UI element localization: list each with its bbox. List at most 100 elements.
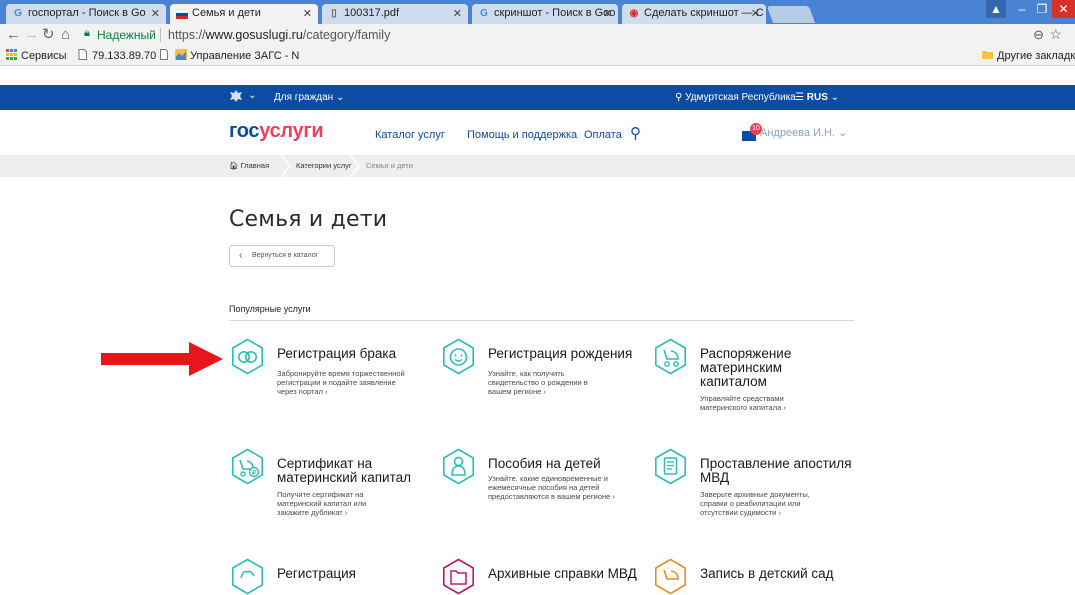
chevron-left-icon: ‹ xyxy=(239,250,243,261)
service-title[interactable]: Сертификат на материнский капитал xyxy=(277,457,417,485)
bookmark-apps[interactable]: Сервисы xyxy=(6,49,67,62)
back-to-catalog-button[interactable]: ‹ Вернуться в каталог xyxy=(229,245,335,267)
tab-close-icon[interactable]: ✕ xyxy=(303,7,312,20)
tab-google-search-2[interactable]: G скриншот - Поиск в Goo ✕ xyxy=(472,4,618,24)
tab-title: 100317.pdf xyxy=(344,7,400,19)
nav-payment[interactable]: Оплата xyxy=(584,129,622,141)
svg-text:₽: ₽ xyxy=(252,470,256,477)
tab-close-icon[interactable]: ✕ xyxy=(603,7,612,20)
service-title[interactable]: Проставление апостиля МВД xyxy=(700,457,870,485)
audience-menu[interactable]: Для граждан ⌄ xyxy=(274,92,344,103)
breadcrumb-categories[interactable]: Категории услуг xyxy=(296,161,352,170)
service-desc: Получите сертификат на материнский капит… xyxy=(277,490,367,517)
new-tab-button[interactable] xyxy=(766,6,816,23)
forward-arrow-icon[interactable]: → xyxy=(24,26,39,44)
google-icon: G xyxy=(480,8,488,19)
stroller-orange-icon xyxy=(655,558,686,595)
tab-title: Семья и дети xyxy=(192,7,261,19)
tab-family[interactable]: Семья и дети ✕ xyxy=(170,4,318,24)
bookmark-star-icon[interactable]: ☆ xyxy=(1049,26,1062,43)
zoom-icon[interactable]: ⊖ xyxy=(1033,27,1044,43)
service-birth-registration[interactable]: Регистрация рождения Узнайте, как получи… xyxy=(440,338,640,408)
apps-icon xyxy=(6,49,17,60)
nav-help[interactable]: Помощь и поддержка xyxy=(467,129,577,141)
back-arrow-icon[interactable]: ← xyxy=(6,26,21,44)
service-kindergarten[interactable]: Запись в детский сад xyxy=(652,558,852,595)
gosuslugi-logo[interactable]: госуслуги xyxy=(229,120,324,143)
chevron-down-icon[interactable]: ⌄ xyxy=(248,90,256,101)
bookmark-zags[interactable]: Управление ЗАГС - N xyxy=(160,49,299,62)
region-selector[interactable]: ⚲ Удмуртская Республика xyxy=(675,92,796,103)
stroller-coin-icon: ₽ xyxy=(232,448,263,485)
url-text: https://www.gosuslugi.ru/category/family xyxy=(168,28,391,42)
tab-close-icon[interactable]: ✕ xyxy=(751,7,760,20)
service-archive-certificates[interactable]: Архивные справки МВД xyxy=(440,558,640,595)
breadcrumb-separator xyxy=(349,155,360,177)
document-icon xyxy=(655,448,686,485)
site-topbar: ⌄ Для граждан ⌄ ⚲ Удмуртская Республика … xyxy=(0,85,1075,110)
tab-screenshot[interactable]: ◉ Сделать скриншот — С ✕ xyxy=(622,4,766,24)
emblem-icon xyxy=(175,49,188,60)
other-bookmarks[interactable]: Другие закладки xyxy=(982,49,1075,62)
baby-icon xyxy=(443,338,474,375)
section-title: Популярные услуги xyxy=(229,304,311,314)
user-menu[interactable]: Андреева И.Н. ⌄ xyxy=(760,126,847,139)
service-apostille[interactable]: Проставление апостиля МВД Заверьте архив… xyxy=(652,448,852,528)
language-label: RUS xyxy=(806,92,828,103)
service-title[interactable]: Запись в детский сад xyxy=(700,567,860,581)
close-window-icon[interactable]: ✕ xyxy=(1052,0,1075,18)
bookmark-ip[interactable]: 79.133.89.70 xyxy=(77,49,156,62)
service-marriage-registration[interactable]: Регистрация брака Забронируйте время тор… xyxy=(229,338,429,408)
flag-icon xyxy=(175,8,189,20)
page-title: Семья и дети xyxy=(229,207,388,232)
user-name: Андреева И.Н. xyxy=(760,127,836,139)
service-child-benefits[interactable]: Пособия на детей Узнайте, какие единовре… xyxy=(440,448,640,528)
bookmark-label: 79.133.89.70 xyxy=(92,50,157,62)
browser-tabstrip: G госпортал - Поиск в Go ✕ Семья и дети … xyxy=(0,0,1075,24)
breadcrumb-separator xyxy=(280,155,291,177)
page-icon xyxy=(160,49,168,60)
tab-title: Сделать скриншот — С xyxy=(644,7,764,19)
tab-close-icon[interactable]: ✕ xyxy=(453,7,462,20)
language-selector[interactable]: ☰ RUS ⌄ xyxy=(795,92,839,103)
folder-icon xyxy=(982,49,993,60)
user-profile-icon[interactable]: ▲ xyxy=(986,0,1006,18)
tab-pdf[interactable]: ▯ 100317.pdf ✕ xyxy=(322,4,468,24)
breadcrumb-home[interactable]: 🏠︎ Главная xyxy=(229,161,269,170)
lock-icon: 🔒︎ xyxy=(84,27,90,39)
service-maternity-certificate[interactable]: ₽ Сертификат на материнский капитал Полу… xyxy=(229,448,429,528)
service-desc: Забронируйте время торжественной регистр… xyxy=(277,369,405,396)
tab-close-icon[interactable]: ✕ xyxy=(151,7,160,20)
service-title[interactable]: Регистрация рождения xyxy=(488,347,648,361)
home-icon[interactable]: ⌂ xyxy=(61,26,70,44)
service-title[interactable]: Архивные справки МВД xyxy=(488,567,648,581)
minimize-icon[interactable]: – xyxy=(1012,0,1032,18)
tab-title: госпортал - Поиск в Go xyxy=(28,7,146,19)
tab-google-search-1[interactable]: G госпортал - Поиск в Go ✕ xyxy=(6,4,166,24)
back-label: Вернуться в каталог xyxy=(252,252,319,259)
bookmark-label: Управление ЗАГС - N xyxy=(190,50,300,62)
reload-icon[interactable]: ↻ xyxy=(42,26,55,44)
site-header: госуслуги Каталог услуг Помощь и поддерж… xyxy=(0,110,1075,155)
tab-title: скриншот - Поиск в Goo xyxy=(494,7,616,19)
browser-toolbar: ← → ↻ ⌂ 🔒︎ Надежный https://www.gosuslug… xyxy=(0,24,1075,46)
search-icon[interactable]: ⚲ xyxy=(630,124,641,142)
bookmarks-bar: Сервисы 79.133.89.70 Управление ЗАГС - N… xyxy=(0,46,1075,66)
bookmark-label: Сервисы xyxy=(21,50,67,62)
service-registration[interactable]: Регистрация xyxy=(229,558,429,595)
address-bar[interactable]: 🔒︎ Надежный https://www.gosuslugi.ru/cat… xyxy=(80,26,1070,44)
screenshot-icon: ◉ xyxy=(629,8,639,19)
service-title[interactable]: Распоряжение материнским капиталом xyxy=(700,347,820,389)
service-title[interactable]: Регистрация брака xyxy=(277,347,437,361)
service-desc: Заверьте архивные документы, справки о р… xyxy=(700,490,810,517)
service-title[interactable]: Регистрация xyxy=(277,567,437,581)
child-icon xyxy=(443,448,474,485)
google-icon: G xyxy=(14,8,22,19)
maximize-icon[interactable]: ❐ xyxy=(1032,0,1052,18)
hand-icon xyxy=(232,558,263,595)
service-title[interactable]: Пособия на детей xyxy=(488,457,648,471)
service-maternity-capital-disposal[interactable]: Распоряжение материнским капиталом Управ… xyxy=(652,338,852,418)
nav-catalog[interactable]: Каталог услуг xyxy=(375,129,445,141)
audience-label: Для граждан xyxy=(274,92,334,103)
emblem-icon[interactable] xyxy=(229,89,243,106)
